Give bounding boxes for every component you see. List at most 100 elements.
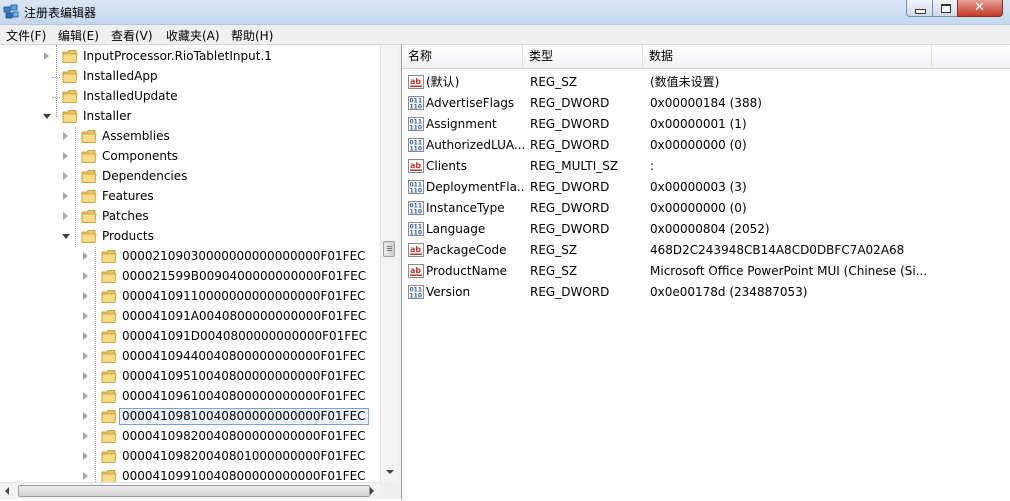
collapse-arrow-icon[interactable] xyxy=(62,234,70,239)
folder-icon xyxy=(101,350,117,363)
tree-item-label: Components xyxy=(102,149,178,163)
value-type: REG_MULTI_SZ xyxy=(530,159,619,173)
value-data: (数值未设置) xyxy=(650,75,720,89)
expand-arrow-icon[interactable] xyxy=(83,412,88,420)
scroll-left-arrow-icon[interactable] xyxy=(5,487,9,495)
svg-text:ab: ab xyxy=(410,266,421,275)
scrollbar-corner xyxy=(380,482,398,499)
key-tree[interactable]: InputProcessor.RioTabletInput.1 Installed… xyxy=(0,45,399,499)
tree-vertical-scrollbar[interactable] xyxy=(380,45,398,482)
maximize-icon xyxy=(941,4,951,13)
tree-scroll-thumb[interactable] xyxy=(383,241,395,257)
title-bar: 注册表编辑器 ✕ xyxy=(0,0,1010,25)
folder-icon xyxy=(81,230,97,243)
expand-arrow-icon[interactable] xyxy=(83,312,88,320)
expand-arrow-icon[interactable] xyxy=(83,432,88,440)
expand-arrow-icon[interactable] xyxy=(83,292,88,300)
value-row[interactable]: 011 110 InstanceType REG_DWORD 0x00000000 (0… xyxy=(402,198,1010,219)
value-data: 0x0e00178d (234887053) xyxy=(650,285,808,299)
expand-arrow-icon[interactable] xyxy=(63,152,68,160)
value-row[interactable]: ab (默认) REG_SZ (数值未设置) xyxy=(402,72,1010,93)
folder-icon xyxy=(101,330,117,343)
menu-view[interactable]: 查看(V) xyxy=(111,27,153,44)
tree-item-label: 00004109820040800000000000F01FEC xyxy=(122,429,366,443)
collapse-arrow-icon[interactable] xyxy=(43,114,51,119)
close-button[interactable]: ✕ xyxy=(957,0,1003,17)
string-value-icon: ab xyxy=(408,264,424,278)
folder-icon xyxy=(101,370,117,383)
tree-horizontal-scrollbar[interactable] xyxy=(0,482,380,499)
expand-arrow-icon[interactable] xyxy=(44,52,49,60)
svg-text:110: 110 xyxy=(410,188,423,195)
binary-value-icon: 011110 xyxy=(408,96,424,111)
binary-value-icon: 011110 xyxy=(408,138,424,153)
maximize-button[interactable] xyxy=(932,0,958,17)
expand-arrow-icon[interactable] xyxy=(83,372,88,380)
column-header-type[interactable]: 类型 xyxy=(523,45,643,68)
tree-connector-line xyxy=(75,127,76,247)
value-type: REG_SZ xyxy=(530,75,578,89)
value-data: 0x00000000 (0) xyxy=(650,138,747,152)
value-type: REG_SZ xyxy=(530,264,578,278)
value-row[interactable]: ab ProductName REG_SZ Microsoft Office Powe… xyxy=(402,261,1010,282)
scroll-down-arrow-icon[interactable] xyxy=(386,470,394,474)
folder-icon xyxy=(101,450,117,463)
expand-arrow-icon[interactable] xyxy=(83,252,88,260)
folder-icon xyxy=(81,150,97,163)
value-type: REG_DWORD xyxy=(530,201,610,215)
tree-item-label: 00004109110000000000000000F01FEC xyxy=(122,289,366,303)
value-type: REG_SZ xyxy=(530,243,578,257)
minimize-button[interactable] xyxy=(906,0,933,17)
string-value-icon: ab xyxy=(408,243,424,257)
expand-arrow-icon[interactable] xyxy=(83,392,88,400)
expand-arrow-icon[interactable] xyxy=(63,192,68,200)
folder-icon xyxy=(62,50,78,63)
column-header-data[interactable]: 数据 xyxy=(643,45,932,68)
expand-arrow-icon[interactable] xyxy=(83,472,88,480)
value-row[interactable]: 011 110 AdvertiseFlags REG_DWORD 0x00000184 … xyxy=(402,93,1010,114)
string-value-icon: ab xyxy=(408,75,424,89)
expand-arrow-icon[interactable] xyxy=(83,272,88,280)
menu-bar: 文件(F) 编辑(E) 查看(V) 收藏夹(A) 帮助(H) xyxy=(0,25,1010,45)
value-type: REG_DWORD xyxy=(530,285,610,299)
value-data: 468D2C243948CB14A8CD0DBFC7A02A68 xyxy=(650,243,905,257)
value-row[interactable]: ab PackageCode REG_SZ 468D2C243948CB14A8CD0… xyxy=(402,240,1010,261)
string-value-icon: ab xyxy=(408,159,424,173)
value-list[interactable]: 名称 类型 数据 ab (默认) REG_SZ (数值未设置) 011 110 Advert… xyxy=(401,45,1010,499)
tree-item-label: 00004109820040801000000000F01FEC xyxy=(122,449,366,463)
value-name: Version xyxy=(426,285,471,299)
value-type: REG_DWORD xyxy=(530,117,610,131)
tree-item-label: 000041091A0040800000000000F01FEC xyxy=(122,309,367,323)
binary-value-icon: 011110 xyxy=(408,180,424,195)
value-type: REG_DWORD xyxy=(530,180,610,194)
expand-arrow-icon[interactable] xyxy=(83,352,88,360)
tree-item-label: InputProcessor.RioTabletInput.1 xyxy=(83,49,272,63)
menu-help[interactable]: 帮助(H) xyxy=(231,27,273,44)
value-name: Assignment xyxy=(426,117,497,131)
menu-edit[interactable]: 编辑(E) xyxy=(58,27,99,44)
tree-item-label: 00004109810040800000000000F01FEC xyxy=(119,408,369,425)
value-row[interactable]: 011 110 DeploymentFla... REG_DWORD 0x0000000… xyxy=(402,177,1010,198)
expand-arrow-icon[interactable] xyxy=(63,132,68,140)
value-data: 0x00000000 (0) xyxy=(650,201,747,215)
value-data: 0x00000184 (388) xyxy=(650,96,762,110)
value-row[interactable]: 011 110 Assignment REG_DWORD 0x00000001 (1) xyxy=(402,114,1010,135)
folder-icon xyxy=(101,390,117,403)
scroll-right-arrow-icon[interactable] xyxy=(370,487,374,495)
value-row[interactable]: 011 110 Version REG_DWORD 0x0e00178d (234887… xyxy=(402,282,1010,303)
expand-arrow-icon[interactable] xyxy=(63,212,68,220)
column-header-name[interactable]: 名称 xyxy=(402,45,523,68)
value-row[interactable]: 011 110 Language REG_DWORD 0x00000804 (2052) xyxy=(402,219,1010,240)
value-data: : xyxy=(650,159,655,173)
menu-favorites[interactable]: 收藏夹(A) xyxy=(166,27,220,44)
tree-hscroll-thumb[interactable] xyxy=(18,485,370,497)
expand-arrow-icon[interactable] xyxy=(83,332,88,340)
expand-arrow-icon[interactable] xyxy=(83,452,88,460)
svg-text:110: 110 xyxy=(410,230,423,237)
folder-icon xyxy=(101,250,117,263)
expand-arrow-icon[interactable] xyxy=(63,172,68,180)
menu-file[interactable]: 文件(F) xyxy=(6,27,46,44)
tree-item-label: InstalledUpdate xyxy=(83,89,178,103)
value-row[interactable]: 011 110 AuthorizedLUA... REG_DWORD 0x0000000… xyxy=(402,135,1010,156)
value-row[interactable]: ab Clients REG_MULTI_SZ: xyxy=(402,156,1010,177)
